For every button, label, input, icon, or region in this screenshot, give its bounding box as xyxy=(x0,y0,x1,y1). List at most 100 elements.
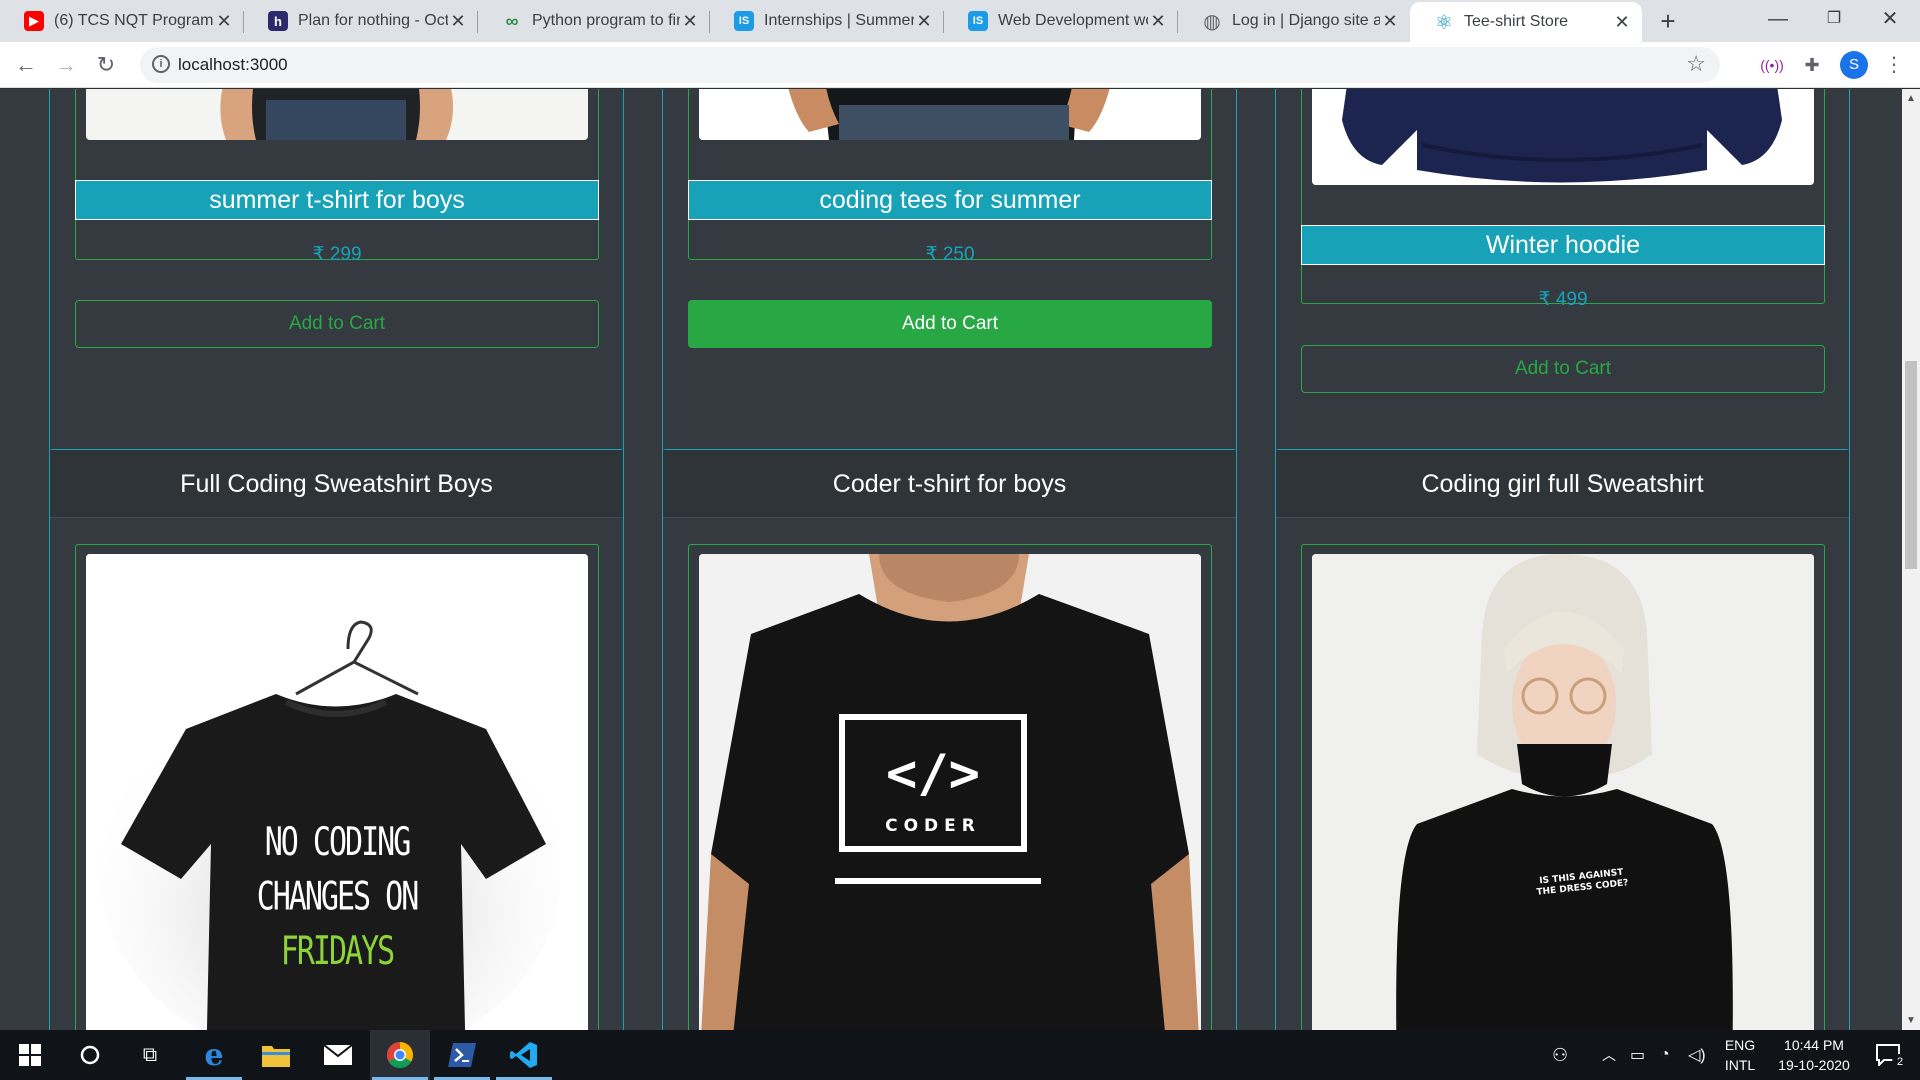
tab-title: Web Development wor xyxy=(998,12,1148,29)
close-icon[interactable]: ✕ xyxy=(914,11,934,32)
tab-title: Python program to finc xyxy=(532,12,680,29)
tab-title: Log in | Django site adi xyxy=(1232,12,1380,29)
vscode-icon[interactable] xyxy=(494,1030,554,1080)
new-tab-button[interactable]: + xyxy=(1652,6,1684,38)
scrollbar-thumb[interactable] xyxy=(1905,361,1917,569)
file-explorer-icon[interactable] xyxy=(246,1030,306,1080)
scroll-up-arrow-icon[interactable]: ▲ xyxy=(1902,93,1920,104)
card-title: Coder t-shirt for boys xyxy=(663,450,1236,518)
powershell-icon[interactable] xyxy=(432,1030,492,1080)
reload-icon[interactable]: ↻ xyxy=(90,49,122,81)
product-image: IS THIS AGAINST THE DRESS CODE? xyxy=(1312,554,1814,1030)
close-icon[interactable]: ✕ xyxy=(1380,11,1400,32)
product-price: ₹ 299 xyxy=(312,244,362,265)
globe-icon: ◍ xyxy=(1203,10,1221,33)
product-price: ₹ 499 xyxy=(1538,289,1588,310)
clock-date: 19-10-2020 xyxy=(1778,1057,1850,1073)
page-scrollbar[interactable]: ▲ ▼ xyxy=(1902,89,1920,1030)
language-code: ENG xyxy=(1724,1037,1756,1053)
tab-tee-shirt-store[interactable]: ⚛ Tee-shirt Store ✕ xyxy=(1410,2,1642,42)
site-info-icon[interactable]: i xyxy=(152,55,170,73)
product-card: Coding girl full Sweatshirt IS THIS AGAI… xyxy=(1275,449,1850,1030)
react-icon: ⚛ xyxy=(1435,11,1453,34)
product-image: NO CODING CHANGES ON FRIDAYS xyxy=(86,554,588,1030)
coder-logo-underline xyxy=(835,878,1041,884)
bookmark-star-icon[interactable]: ☆ xyxy=(1686,51,1706,77)
shirt-print-line: NO CODING xyxy=(264,819,412,866)
tab-web-development[interactable]: IS Web Development wor ✕ xyxy=(944,0,1178,42)
minimize-button[interactable]: — xyxy=(1750,0,1806,40)
product-price: ₹ 250 xyxy=(925,244,975,265)
forward-arrow-icon[interactable]: → xyxy=(50,49,82,81)
windows-taskbar: ⧉ e ⚇ ︿ ▭ ◔ ◁) ENG INTL 10:44 PM 19-10-2… xyxy=(0,1030,1920,1080)
close-icon[interactable]: ✕ xyxy=(680,11,700,32)
tab-title: Tee-shirt Store xyxy=(1464,13,1569,30)
youtube-icon: ▶ xyxy=(24,11,44,31)
puzzle-extensions-icon[interactable]: ✚ xyxy=(1798,51,1826,79)
add-to-cart-button[interactable]: Add to Cart xyxy=(1301,345,1825,393)
task-view-icon[interactable]: ⧉ xyxy=(120,1030,180,1080)
notification-center-icon[interactable]: 2 xyxy=(1868,1030,1908,1080)
mail-icon[interactable] xyxy=(308,1030,368,1080)
keyboard-layout: INTL xyxy=(1724,1057,1756,1073)
product-name: Winter hoodie xyxy=(1301,225,1825,265)
coder-logo-glyph: </> xyxy=(886,744,980,804)
tab-geeksforgeeks[interactable]: ∞ Python program to finc ✕ xyxy=(478,0,710,42)
shirt-print-line: FRIDAYS xyxy=(280,929,395,975)
product-image xyxy=(699,89,1201,140)
add-to-cart-button[interactable]: Add to Cart xyxy=(688,300,1212,348)
hashnode-icon: h xyxy=(268,11,288,31)
tab-title: Plan for nothing - Octo xyxy=(298,12,448,29)
back-arrow-icon[interactable]: ← xyxy=(10,49,42,81)
close-icon[interactable]: ✕ xyxy=(214,11,234,32)
search-circle-icon[interactable] xyxy=(60,1030,120,1080)
tab-youtube[interactable]: ▶ (6) TCS NQT Programm ✕ xyxy=(0,0,244,42)
page-viewport: summer t-shirt for boys ₹ 299 Add to Car… xyxy=(0,89,1920,1030)
restore-button[interactable]: ❐ xyxy=(1806,0,1862,40)
wifi-icon[interactable]: ◔ xyxy=(1660,1030,1670,1080)
system-clock[interactable]: 10:44 PM 19-10-2020 xyxy=(1768,1035,1860,1075)
volume-icon[interactable]: ◁) xyxy=(1688,1030,1706,1080)
product-name: coding tees for summer xyxy=(688,180,1212,220)
kebab-menu-icon[interactable]: ⋮ xyxy=(1880,51,1908,79)
cast-extension-icon[interactable]: ((•)) xyxy=(1758,51,1786,79)
product-card: Full Coding Sweatshirt Boys NO CODING CH… xyxy=(49,449,624,1030)
tab-internships[interactable]: IS Internships | Summer Ir ✕ xyxy=(710,0,944,42)
language-indicator[interactable]: ENG INTL xyxy=(1718,1035,1762,1075)
card-title: Coding girl full Sweatshirt xyxy=(1276,450,1849,518)
people-icon[interactable]: ⚇ xyxy=(1552,1030,1568,1080)
battery-icon[interactable]: ▭ xyxy=(1630,1030,1645,1080)
windows-start-icon[interactable] xyxy=(0,1030,60,1080)
shirt-print: NO CODING CHANGES ON FRIDAYS xyxy=(86,816,588,980)
coder-logo-text: CODER xyxy=(885,816,981,836)
close-icon[interactable]: ✕ xyxy=(1148,11,1168,32)
product-image: </> CODER xyxy=(699,554,1201,1030)
internshala-icon: IS xyxy=(968,11,988,31)
close-window-button[interactable]: ✕ xyxy=(1862,0,1918,40)
profile-avatar[interactable]: S xyxy=(1840,51,1868,79)
chevron-up-icon[interactable]: ︿ xyxy=(1602,1030,1616,1080)
tab-django-login[interactable]: ◍ Log in | Django site adi ✕ xyxy=(1178,0,1410,42)
internshala-icon: IS xyxy=(734,11,754,31)
tab-strip: ▶ (6) TCS NQT Programm ✕ h Plan for noth… xyxy=(0,0,1920,42)
card-title: Full Coding Sweatshirt Boys xyxy=(50,450,623,518)
add-to-cart-button[interactable]: Add to Cart xyxy=(75,300,599,348)
tab-title: Internships | Summer Ir xyxy=(764,12,914,29)
product-card: coding tees for summer ₹ 250 Add to Cart xyxy=(662,89,1237,462)
shirt-print-line: CHANGES ON xyxy=(256,874,420,921)
url-text[interactable]: localhost:3000 xyxy=(178,55,288,75)
address-bar[interactable]: i localhost:3000 ☆ xyxy=(140,47,1720,83)
close-icon[interactable]: ✕ xyxy=(1612,12,1632,33)
scroll-down-arrow-icon[interactable]: ▼ xyxy=(1902,1015,1920,1026)
browser-toolbar: ← → ↻ i localhost:3000 ☆ ((•)) ✚ ⋮ xyxy=(0,42,1920,88)
tab-title: (6) TCS NQT Programm xyxy=(54,12,214,29)
product-name: summer t-shirt for boys xyxy=(75,180,599,220)
tab-hashnode[interactable]: h Plan for nothing - Octo ✕ xyxy=(244,0,478,42)
chrome-icon[interactable] xyxy=(370,1030,430,1080)
edge-icon[interactable]: e xyxy=(184,1030,244,1080)
product-card: Coder t-shirt for boys </> CODER xyxy=(662,449,1237,1030)
product-image xyxy=(1312,89,1814,185)
close-icon[interactable]: ✕ xyxy=(448,11,468,32)
notification-count-badge: 2 xyxy=(1892,1054,1908,1070)
geeksforgeeks-icon: ∞ xyxy=(505,10,519,31)
